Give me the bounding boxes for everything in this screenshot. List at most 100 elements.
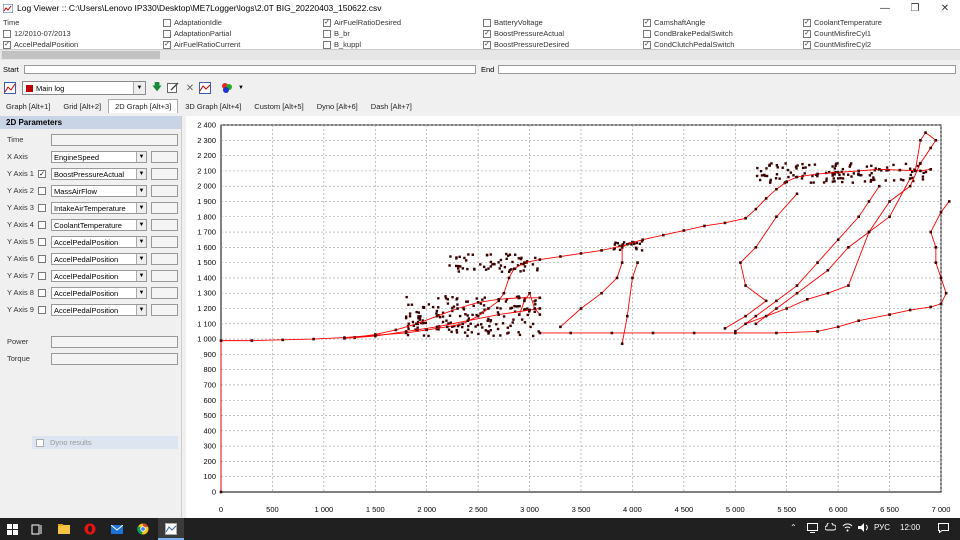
channel-checkbox[interactable] xyxy=(163,18,171,27)
y-axis-select[interactable]: MassAirFlow ▼ xyxy=(51,185,147,197)
cloud-icon[interactable] xyxy=(824,521,837,533)
channel-item[interactable]: BatteryVoltage xyxy=(483,17,543,28)
start-slider[interactable] xyxy=(24,65,476,74)
restore-icon[interactable]: ❐ xyxy=(900,0,930,16)
channel-item[interactable]: ✓ CoolantTemperature xyxy=(803,17,882,28)
tab-item[interactable]: Graph [Alt+1] xyxy=(0,99,56,113)
channel-checkbox[interactable]: ✓ xyxy=(483,29,491,38)
palette-icon[interactable] xyxy=(220,81,234,95)
file-explorer-icon[interactable] xyxy=(58,523,70,535)
y-axis-select[interactable]: AccelPedalPosition ▼ xyxy=(51,287,147,299)
network-icon[interactable] xyxy=(807,523,818,535)
y-axis-color[interactable] xyxy=(151,202,178,214)
scatter-chart[interactable]: 0 500 1 000 1 500 2 000 2 500 3 000 3 500 4 000 4… xyxy=(186,116,960,518)
chevron-down-icon[interactable]: ▼ xyxy=(136,237,146,247)
torque-field[interactable] xyxy=(51,353,178,365)
graph-icon[interactable] xyxy=(3,81,17,95)
channel-item[interactable]: ✓ CondClutchPedalSwitch xyxy=(643,39,734,50)
tab-item[interactable]: 2D Graph [Alt+3] xyxy=(108,99,179,113)
y-axis-select[interactable]: AccelPedalPosition ▼ xyxy=(51,253,147,265)
channel-item[interactable]: ✓ AccelPedalPosition xyxy=(3,39,78,50)
channel-checkbox[interactable]: ✓ xyxy=(803,40,811,49)
language-indicator[interactable]: РУС xyxy=(874,523,890,532)
y-axis-checkbox[interactable] xyxy=(38,238,46,246)
edit-icon[interactable] xyxy=(166,81,180,95)
mail-icon[interactable] xyxy=(111,523,123,535)
channel-checkbox[interactable]: ✓ xyxy=(3,40,11,49)
chevron-down-icon[interactable]: ▼ xyxy=(133,82,145,94)
y-axis-color[interactable] xyxy=(151,253,178,265)
channel-checkbox[interactable] xyxy=(483,18,491,27)
task-view-icon[interactable] xyxy=(31,523,43,535)
volume-icon[interactable] xyxy=(858,523,869,534)
channel-item[interactable]: ✓ BoostPressureDesired xyxy=(483,39,569,50)
y-axis-color[interactable] xyxy=(151,168,178,180)
dyno-checkbox[interactable] xyxy=(36,438,44,447)
active-app-tab[interactable] xyxy=(158,518,184,540)
y-axis-checkbox[interactable] xyxy=(38,289,46,297)
y-axis-select[interactable]: BoostPressureActual ▼ xyxy=(51,168,147,180)
opera-icon[interactable] xyxy=(84,523,96,535)
download-arrow-icon[interactable]: 🡇 xyxy=(150,81,164,95)
clock[interactable]: 12:00 xyxy=(900,523,920,532)
chevron-down-icon[interactable]: ▼ xyxy=(136,169,146,179)
scrollbar-thumb[interactable] xyxy=(2,51,160,59)
dyno-results-toggle[interactable]: Dyno results xyxy=(32,436,178,449)
channel-item[interactable]: ✓ CountMisfireCyl2 xyxy=(803,39,871,50)
chrome-icon[interactable] xyxy=(137,523,149,535)
y-axis-checkbox[interactable] xyxy=(38,272,46,280)
channel-checkbox[interactable]: ✓ xyxy=(323,18,331,27)
y-axis-checkbox[interactable] xyxy=(38,204,46,212)
y-axis-checkbox[interactable] xyxy=(38,221,46,229)
y-axis-color[interactable] xyxy=(151,270,178,282)
channel-item[interactable]: ✓ CountMisfireCyl1 xyxy=(803,28,871,39)
chevron-down-icon[interactable]: ▼ xyxy=(136,271,146,281)
tab-item[interactable]: Dyno [Alt+6] xyxy=(311,99,364,113)
channel-checkbox[interactable] xyxy=(163,29,171,38)
tab-item[interactable]: Grid [Alt+2] xyxy=(57,99,107,113)
chevron-down-icon[interactable]: ▼ xyxy=(136,220,146,230)
y-axis-color[interactable] xyxy=(151,287,178,299)
close-icon[interactable]: ✕ xyxy=(930,0,960,16)
channel-checkbox[interactable] xyxy=(323,40,331,49)
channel-item[interactable]: 12/2010-07/2013 xyxy=(3,28,71,39)
channel-item[interactable]: ✓ AirFuelRatioDesired xyxy=(323,17,401,28)
channel-item[interactable]: CondBrakePedalSwitch xyxy=(643,28,733,39)
delete-icon[interactable]: ✕ xyxy=(183,81,197,95)
graph-area[interactable]: 0 500 1 000 1 500 2 000 2 500 3 000 3 500 4 000 4… xyxy=(186,116,960,518)
channel-checkbox[interactable]: ✓ xyxy=(163,40,171,49)
y-axis-color[interactable] xyxy=(151,236,178,248)
channel-item[interactable]: AdaptationIdle xyxy=(163,17,222,28)
channel-checkbox[interactable]: ✓ xyxy=(803,29,811,38)
channel-item[interactable]: ✓ AirFuelRatioCurrent xyxy=(163,39,240,50)
chevron-down-icon[interactable]: ▼ xyxy=(136,152,146,162)
y-axis-select[interactable]: CoolantTemperature ▼ xyxy=(51,219,147,231)
y-axis-select[interactable]: AccelPedalPosition ▼ xyxy=(51,270,147,282)
tab-item[interactable]: Dash [Alt+7] xyxy=(365,99,418,113)
chevron-down-icon[interactable]: ▼ xyxy=(136,288,146,298)
channel-checkbox[interactable] xyxy=(3,29,11,38)
wifi-icon[interactable] xyxy=(842,523,853,534)
windows-start-icon[interactable] xyxy=(6,523,18,535)
y-axis-color[interactable] xyxy=(151,219,178,231)
channel-item[interactable]: AdaptationPartial xyxy=(163,28,231,39)
x-axis-select[interactable]: EngineSpeed ▼ xyxy=(51,151,147,163)
channel-item[interactable]: Time xyxy=(3,17,19,28)
power-field[interactable] xyxy=(51,336,178,348)
notifications-icon[interactable] xyxy=(938,523,949,535)
channel-checkbox[interactable]: ✓ xyxy=(643,18,651,27)
palette-dropdown-icon[interactable]: ▼ xyxy=(234,81,248,95)
chevron-down-icon[interactable]: ▼ xyxy=(136,254,146,264)
y-axis-checkbox[interactable]: ✓ xyxy=(38,170,46,178)
chevron-up-icon[interactable]: ⌃ xyxy=(790,523,797,532)
channel-item[interactable]: ✓ BoostPressureActual xyxy=(483,28,564,39)
channel-checkbox[interactable]: ✓ xyxy=(483,40,491,49)
minimize-icon[interactable]: — xyxy=(870,0,900,16)
y-axis-checkbox[interactable] xyxy=(38,255,46,263)
chevron-down-icon[interactable]: ▼ xyxy=(136,203,146,213)
y-axis-select[interactable]: AccelPedalPosition ▼ xyxy=(51,236,147,248)
log-selector[interactable]: Main log ▼ xyxy=(22,81,146,95)
y-axis-color[interactable] xyxy=(151,185,178,197)
time-field[interactable] xyxy=(51,134,178,146)
channel-checkbox[interactable]: ✓ xyxy=(643,40,651,49)
